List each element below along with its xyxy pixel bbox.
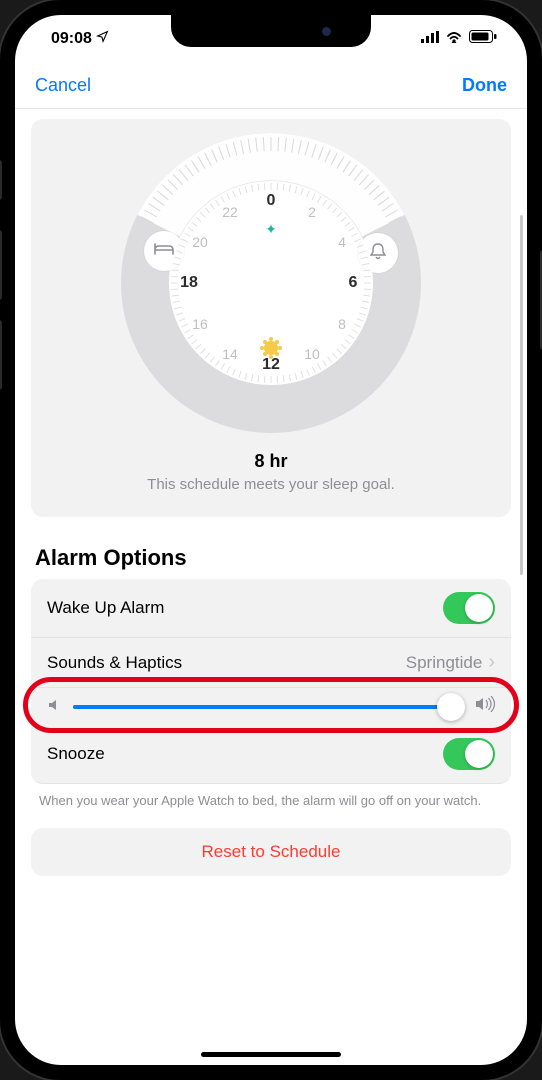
done-button[interactable]: Done [462,75,507,96]
hour-label-20: 20 [192,234,208,250]
wake-up-alarm-toggle[interactable] [443,592,495,624]
sleep-clock-card: ✦ 0 2 4 6 8 10 12 14 16 18 20 22 8 hr This schedule… [31,119,511,517]
reset-to-schedule-button[interactable]: Reset to Schedule [31,828,511,876]
sleep-goal-caption: This schedule meets your sleep goal. [45,476,497,493]
alarm-options-title: Alarm Options [35,545,511,571]
sparkle-icon: ✦ [265,221,277,238]
notch [171,15,371,47]
cellular-icon [421,30,439,48]
status-time: 09:08 [51,30,92,48]
sounds-haptics-row[interactable]: Sounds & Haptics Springtide › [31,638,511,688]
nav-bar: Cancel Done [15,63,527,109]
sounds-haptics-label: Sounds & Haptics [47,653,182,673]
wifi-icon [445,30,463,48]
volume-down-button [0,320,2,390]
sleep-duration: 8 hr [45,451,497,472]
hour-label-2: 2 [308,204,316,220]
hour-label-18: 18 [180,274,198,292]
clock-face: ✦ 0 2 4 6 8 10 12 14 16 18 20 22 [169,181,373,385]
location-icon [96,30,109,48]
volume-thumb[interactable] [437,693,465,721]
hour-label-0: 0 [267,192,276,210]
volume-high-icon [475,696,495,717]
scroll-indicator[interactable] [520,215,523,575]
snooze-row: Snooze [31,725,511,784]
sounds-haptics-value: Springtide [406,653,483,673]
bell-icon [370,242,386,265]
wake-up-alarm-label: Wake Up Alarm [47,598,164,618]
hour-label-6: 6 [349,274,358,292]
hour-label-8: 8 [338,316,346,332]
chevron-right-icon: › [488,651,495,674]
volume-low-icon [47,696,61,717]
volume-up-button [0,230,2,300]
battery-icon [469,30,497,48]
content: ✦ 0 2 4 6 8 10 12 14 16 18 20 22 8 hr This schedule… [15,109,527,1065]
sun-icon [264,341,278,355]
hour-label-16: 16 [192,316,208,332]
volume-slider[interactable] [73,705,463,709]
cancel-button[interactable]: Cancel [35,75,91,96]
hour-label-14: 14 [222,346,238,362]
ringer-switch [0,160,2,200]
hour-label-10: 10 [304,346,320,362]
hour-label-4: 4 [338,234,346,250]
screen: 09:08 Cancel Done [15,15,527,1065]
snooze-label: Snooze [47,744,105,764]
volume-row [31,688,511,725]
wake-up-alarm-row: Wake Up Alarm [31,579,511,638]
home-indicator[interactable] [201,1052,341,1057]
watch-footer-note: When you wear your Apple Watch to bed, t… [31,784,511,810]
snooze-toggle[interactable] [443,738,495,770]
alarm-options-list: Wake Up Alarm Sounds & Haptics Springtid… [31,579,511,784]
hour-label-22: 22 [222,204,238,220]
phone-frame: 09:08 Cancel Done [0,0,542,1080]
sleep-clock-ring[interactable]: ✦ 0 2 4 6 8 10 12 14 16 18 20 22 [121,133,421,433]
hour-label-12: 12 [262,356,280,374]
